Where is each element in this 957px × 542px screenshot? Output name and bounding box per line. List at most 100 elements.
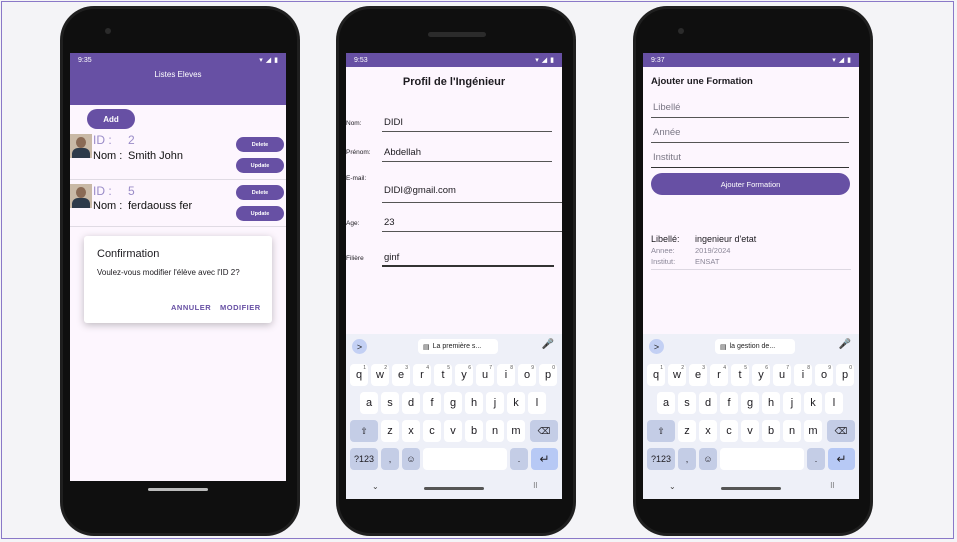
key-s[interactable]: s xyxy=(678,392,696,414)
key-v[interactable]: v xyxy=(444,420,462,442)
update-button[interactable]: Update xyxy=(236,206,284,221)
key-t[interactable]: t5 xyxy=(434,364,452,386)
key-b[interactable]: b xyxy=(465,420,483,442)
emoji-icon[interactable]: ☺ xyxy=(699,448,717,470)
key-g[interactable]: g xyxy=(444,392,462,414)
key-h[interactable]: h xyxy=(762,392,780,414)
nom-field[interactable]: DIDI xyxy=(384,117,403,128)
key-u[interactable]: u7 xyxy=(476,364,494,386)
key-v[interactable]: v xyxy=(741,420,759,442)
clipboard-suggestion[interactable]: ▤ La première s... xyxy=(418,339,498,354)
key-x[interactable]: x xyxy=(699,420,717,442)
keyboard-switch-icon[interactable]: ⠿ xyxy=(830,482,835,490)
mic-icon[interactable]: 🎤 xyxy=(839,339,851,350)
key-c[interactable]: c xyxy=(720,420,738,442)
key-l[interactable]: l xyxy=(528,392,546,414)
key-w[interactable]: w2 xyxy=(668,364,686,386)
key-u[interactable]: u7 xyxy=(773,364,791,386)
key-c[interactable]: c xyxy=(423,420,441,442)
annuler-button[interactable]: ANNULER xyxy=(171,303,211,312)
key-n[interactable]: n xyxy=(486,420,504,442)
key-b[interactable]: b xyxy=(762,420,780,442)
space-key[interactable] xyxy=(423,448,507,470)
speaker xyxy=(428,32,486,37)
key-a[interactable]: a xyxy=(360,392,378,414)
hide-keyboard-icon[interactable]: ⌄ xyxy=(669,482,676,491)
institut-input[interactable]: Institut xyxy=(651,149,849,168)
keyboard-switch-icon[interactable]: ⠿ xyxy=(533,482,538,490)
enter-key[interactable]: ↵ xyxy=(828,448,855,470)
hide-keyboard-icon[interactable]: ⌄ xyxy=(372,482,379,491)
home-indicator[interactable] xyxy=(424,487,484,490)
delete-button[interactable]: Delete xyxy=(236,185,284,200)
key-s[interactable]: s xyxy=(381,392,399,414)
key-g[interactable]: g xyxy=(741,392,759,414)
key-p[interactable]: p0 xyxy=(836,364,854,386)
filiere-field[interactable]: ginf xyxy=(384,252,399,263)
period-key[interactable]: . xyxy=(807,448,825,470)
mic-icon[interactable]: 🎤 xyxy=(542,339,554,350)
key-w[interactable]: w2 xyxy=(371,364,389,386)
shift-key[interactable]: ⇧ xyxy=(647,420,675,442)
clipboard-icon: ▤ xyxy=(423,343,430,351)
key-l[interactable]: l xyxy=(825,392,843,414)
key-i[interactable]: i8 xyxy=(794,364,812,386)
key-f[interactable]: f xyxy=(423,392,441,414)
key-e[interactable]: e3 xyxy=(689,364,707,386)
key-x[interactable]: x xyxy=(402,420,420,442)
backspace-key[interactable]: ⌫ xyxy=(827,420,855,442)
key-a[interactable]: a xyxy=(657,392,675,414)
key-y[interactable]: y6 xyxy=(455,364,473,386)
key-o[interactable]: o9 xyxy=(815,364,833,386)
key-n[interactable]: n xyxy=(783,420,801,442)
key-q[interactable]: q1 xyxy=(350,364,368,386)
enter-key[interactable]: ↵ xyxy=(531,448,558,470)
key-d[interactable]: d xyxy=(699,392,717,414)
libelle-input[interactable]: Libellé xyxy=(651,99,849,118)
key-m[interactable]: m xyxy=(507,420,525,442)
add-button[interactable]: Add xyxy=(87,109,135,129)
email-underline xyxy=(382,202,562,203)
emoji-icon[interactable]: ☺ xyxy=(402,448,420,470)
key-r[interactable]: r4 xyxy=(710,364,728,386)
key-z[interactable]: z xyxy=(678,420,696,442)
delete-button[interactable]: Delete xyxy=(236,137,284,152)
space-key[interactable] xyxy=(720,448,804,470)
key-j[interactable]: j xyxy=(486,392,504,414)
symbols-key[interactable]: ?123 xyxy=(350,448,378,470)
comma-key[interactable]: , xyxy=(381,448,399,470)
comma-key[interactable]: , xyxy=(678,448,696,470)
shift-key[interactable]: ⇧ xyxy=(350,420,378,442)
backspace-key[interactable]: ⌫ xyxy=(530,420,558,442)
key-k[interactable]: k xyxy=(507,392,525,414)
key-q[interactable]: q1 xyxy=(647,364,665,386)
key-r[interactable]: r4 xyxy=(413,364,431,386)
key-m[interactable]: m xyxy=(804,420,822,442)
key-t[interactable]: t5 xyxy=(731,364,749,386)
ajouter-formation-button[interactable]: Ajouter Formation xyxy=(651,173,850,195)
email-field[interactable]: DIDI@gmail.com xyxy=(384,185,456,196)
key-k[interactable]: k xyxy=(804,392,822,414)
key-z[interactable]: z xyxy=(381,420,399,442)
home-indicator[interactable] xyxy=(721,487,781,490)
key-j[interactable]: j xyxy=(783,392,801,414)
prenom-field[interactable]: Abdellah xyxy=(384,147,421,158)
expand-arrow-icon[interactable]: > xyxy=(352,339,367,354)
modifier-button[interactable]: MODIFIER xyxy=(220,303,261,312)
key-f[interactable]: f xyxy=(720,392,738,414)
home-indicator[interactable] xyxy=(148,488,208,491)
key-p[interactable]: p0 xyxy=(539,364,557,386)
expand-arrow-icon[interactable]: > xyxy=(649,339,664,354)
clipboard-suggestion[interactable]: ▤ la gestion de... xyxy=(715,339,795,354)
key-h[interactable]: h xyxy=(465,392,483,414)
annee-input[interactable]: Année xyxy=(651,124,849,143)
period-key[interactable]: . xyxy=(510,448,528,470)
key-y[interactable]: y6 xyxy=(752,364,770,386)
key-o[interactable]: o9 xyxy=(518,364,536,386)
key-d[interactable]: d xyxy=(402,392,420,414)
age-field[interactable]: 23 xyxy=(384,217,395,228)
key-e[interactable]: e3 xyxy=(392,364,410,386)
symbols-key[interactable]: ?123 xyxy=(647,448,675,470)
update-button[interactable]: Update xyxy=(236,158,284,173)
key-i[interactable]: i8 xyxy=(497,364,515,386)
